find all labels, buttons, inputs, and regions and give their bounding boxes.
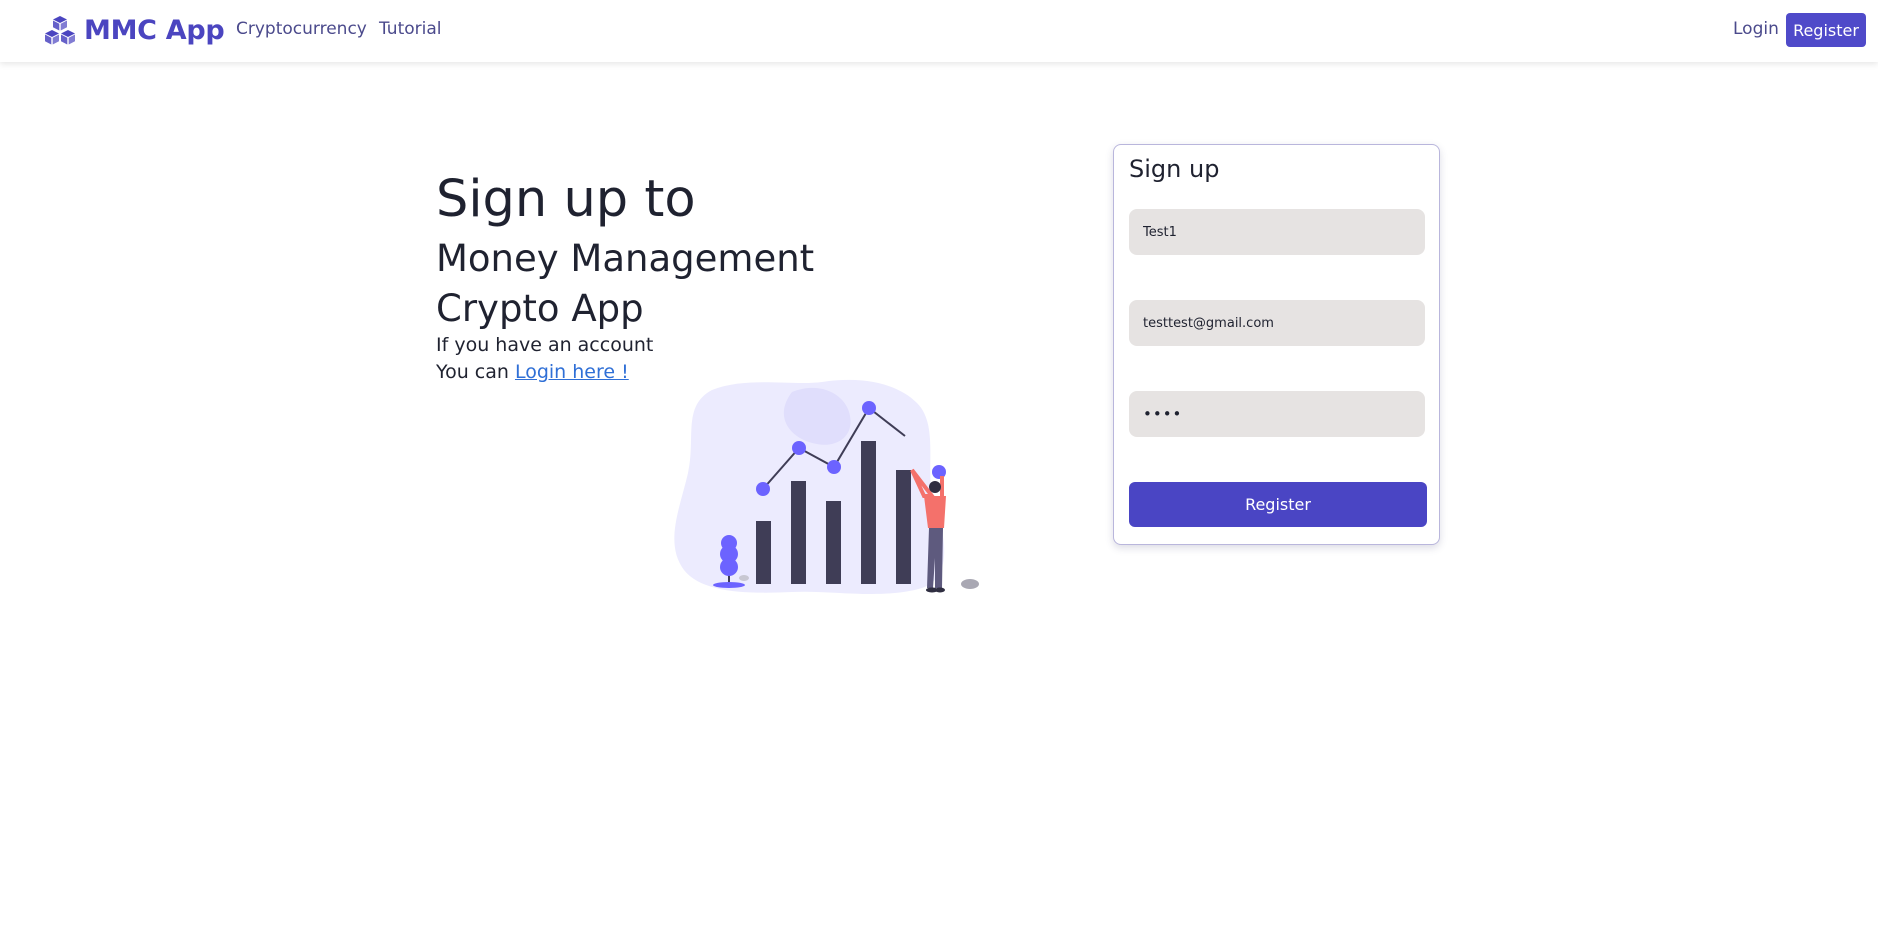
brand-name: MMC App: [84, 14, 225, 46]
chart-point: [862, 401, 876, 415]
username-input[interactable]: [1129, 209, 1425, 255]
signup-title: Sign up: [1129, 155, 1220, 183]
nav-register-button[interactable]: Register: [1786, 13, 1866, 47]
growth-chart-illustration: [674, 379, 979, 595]
hero-subtitle-line2: Crypto App: [436, 287, 644, 330]
chart-point: [756, 482, 770, 496]
hero-subtitle-line1: Money Management: [436, 237, 815, 280]
signup-card: Sign up Register: [1113, 144, 1440, 545]
chart-bar: [791, 481, 806, 584]
chart-bar: [826, 501, 841, 584]
register-submit-button[interactable]: Register: [1129, 482, 1427, 527]
password-input[interactable]: [1129, 391, 1425, 437]
hero-note-prefix: You can: [436, 361, 515, 383]
hero-note-login: You can Login here !: [436, 359, 629, 385]
tree-leaf: [720, 558, 738, 576]
hero-note-account: If you have an account: [436, 334, 654, 356]
hero-title: Sign up to: [436, 170, 696, 229]
top-navbar: MMC App Cryptocurrency Tutorial Login Re…: [0, 0, 1878, 62]
tree-base: [713, 582, 745, 588]
chart-point: [827, 460, 841, 474]
rock: [961, 579, 979, 589]
email-input[interactable]: [1129, 300, 1425, 346]
chart-bar: [861, 441, 876, 584]
login-here-link[interactable]: Login here !: [515, 361, 629, 383]
nav-login-link[interactable]: Login: [1733, 19, 1779, 39]
chart-bar: [756, 521, 771, 584]
cubes-icon: [45, 16, 75, 45]
brand-link[interactable]: MMC App: [44, 10, 225, 50]
chart-bar: [896, 470, 911, 584]
nav-link-tutorial[interactable]: Tutorial: [379, 19, 442, 39]
rock: [739, 575, 749, 581]
chart-point: [792, 441, 806, 455]
nav-link-cryptocurrency[interactable]: Cryptocurrency: [236, 19, 367, 39]
